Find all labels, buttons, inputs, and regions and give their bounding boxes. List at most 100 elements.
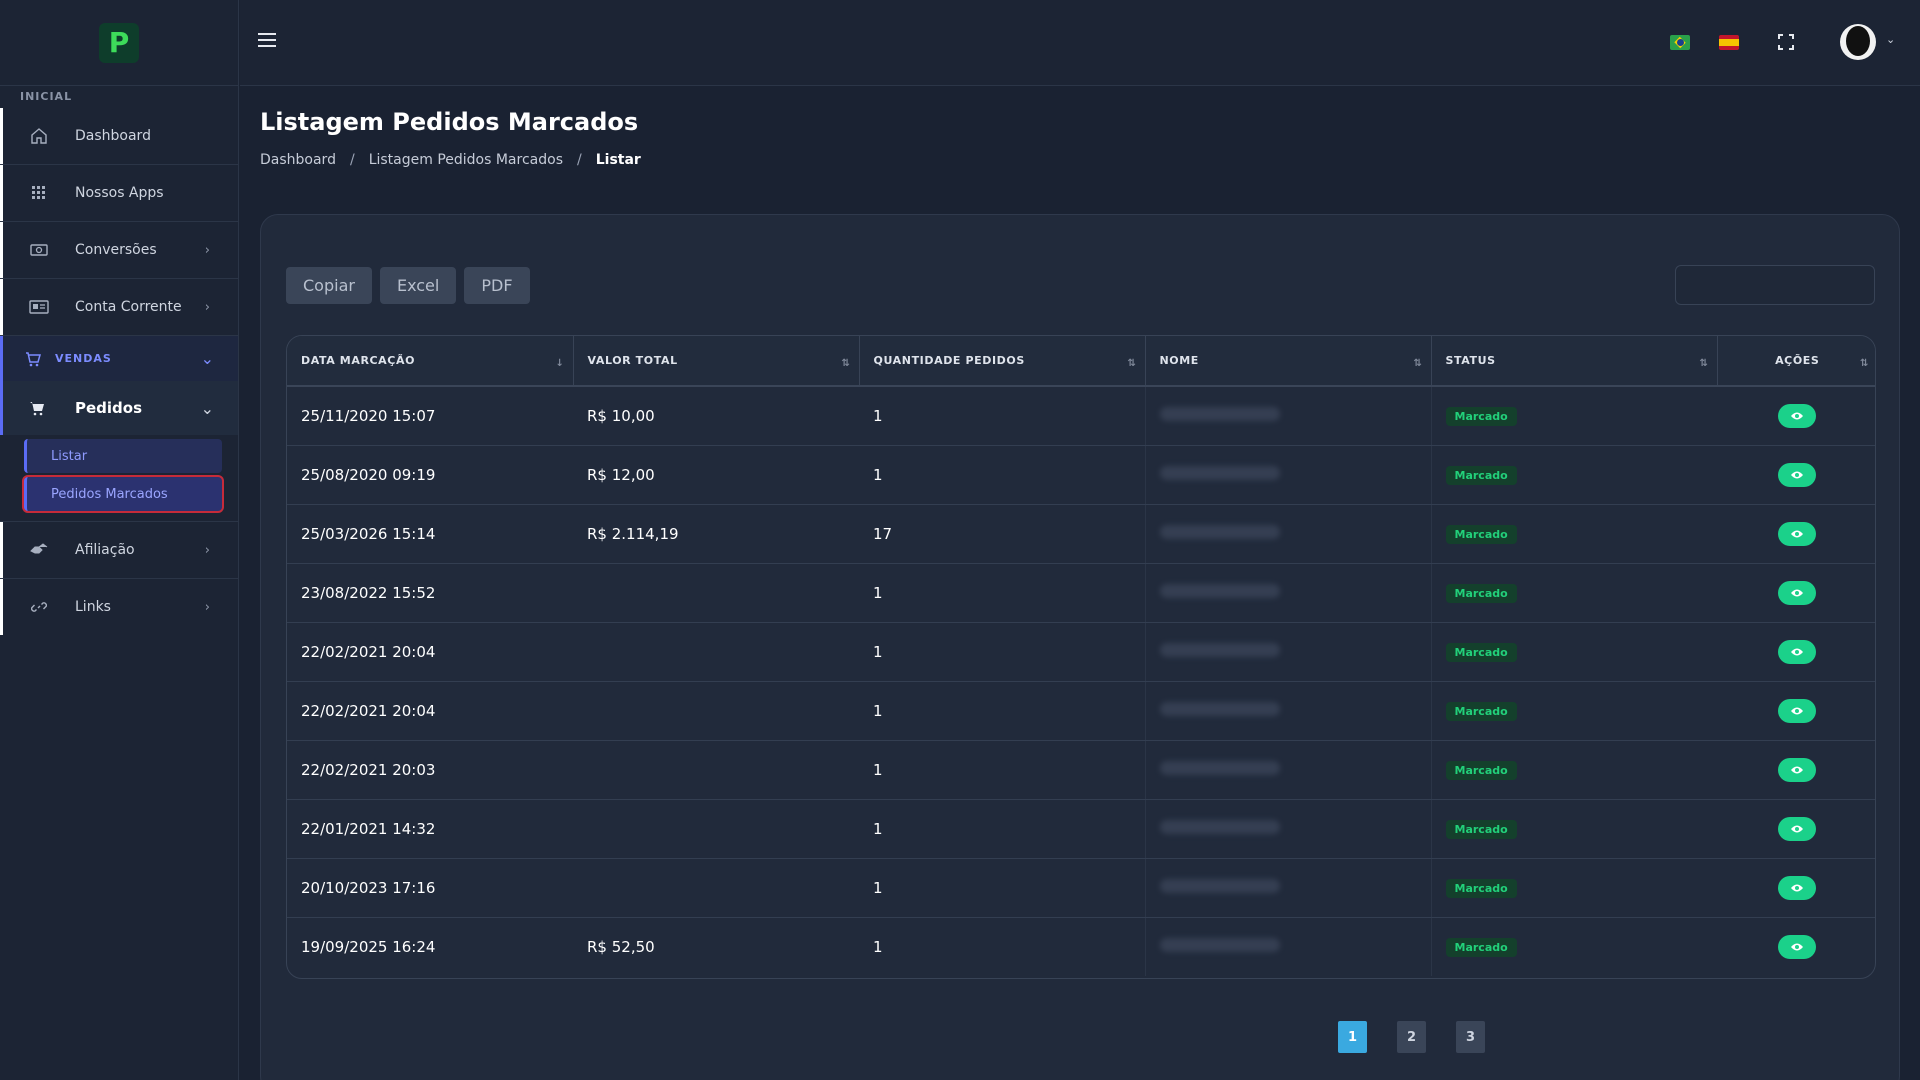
sidebar-item-label: Pedidos <box>75 399 143 417</box>
redacted-name <box>1159 406 1280 421</box>
view-button[interactable] <box>1778 698 1816 723</box>
sidebar-item-conversoes[interactable]: Conversões › <box>0 222 238 278</box>
cell-value <box>573 622 859 682</box>
cell-value: R$ 52,50 <box>587 937 655 956</box>
cell-value: R$ 10,00 <box>573 386 859 446</box>
menu-toggle-icon[interactable] <box>258 33 276 47</box>
column-header-acoes[interactable]: AÇÕES ⇅ <box>1717 336 1875 387</box>
table-header-row: DATA MARCAÇÃO ↓ VALOR TOTAL ⇅ QUANTIDADE P… <box>287 336 1875 387</box>
sidebar-item-dashboard[interactable]: Dashboard <box>0 108 238 164</box>
chevron-down-icon[interactable]: ⌄ <box>1886 33 1895 46</box>
sort-icon: ⇅ <box>1860 358 1869 369</box>
sidebar-subitem-pedidos-marcados[interactable]: Pedidos Marcados <box>24 477 222 511</box>
cell-quantity: 1 <box>859 622 1145 682</box>
id-card-icon <box>29 297 49 317</box>
cell-date: 25/08/2020 09:19 <box>287 445 573 505</box>
cell-status: Marcado <box>1431 386 1717 446</box>
column-header-data[interactable]: DATA MARCAÇÃO ↓ <box>287 336 574 387</box>
sidebar-section-vendas[interactable]: VENDAS ⌄ <box>0 336 238 381</box>
cell-date: 20/10/2023 17:16 <box>287 858 573 918</box>
view-button[interactable] <box>1778 403 1816 428</box>
cell-value: R$ 12,00 <box>573 445 859 505</box>
cell-actions <box>1717 799 1875 859</box>
breadcrumb: Dashboard / Listagem Pedidos Marcados / … <box>260 152 641 168</box>
breadcrumb-item-listagem[interactable]: Listagem Pedidos Marcados <box>369 152 563 168</box>
redacted-name <box>1159 760 1280 775</box>
cell-date: 23/08/2022 15:52 <box>287 563 573 623</box>
fullscreen-icon[interactable] <box>1778 34 1794 50</box>
status-badge: Marcado <box>1445 819 1517 839</box>
table-row: 25/11/2020 15:07 R$ 10,00 1 Marcado <box>287 386 1875 446</box>
cell-actions <box>1717 622 1875 682</box>
excel-button[interactable]: Excel <box>379 267 457 304</box>
copy-button[interactable]: Copiar <box>286 267 372 304</box>
home-icon <box>29 126 49 146</box>
view-button[interactable] <box>1778 580 1816 605</box>
logo-area: P <box>0 0 238 86</box>
redacted-name <box>1159 642 1280 657</box>
sidebar-item-label: Conta Corrente <box>75 299 182 315</box>
sidebar-item-nossos-apps[interactable]: Nossos Apps <box>0 165 238 221</box>
sidebar-item-conta-corrente[interactable]: Conta Corrente › <box>0 279 238 335</box>
cell-quantity: 1 <box>859 445 1145 505</box>
brand-logo[interactable]: P <box>99 22 139 63</box>
status-badge: Marcado <box>1445 878 1517 898</box>
status-badge: Marcado <box>1445 642 1517 662</box>
cell-actions <box>1717 681 1875 741</box>
view-button[interactable] <box>1778 757 1816 782</box>
page-button-1[interactable]: 1 <box>1338 1021 1367 1053</box>
view-button[interactable] <box>1778 875 1816 900</box>
eye-icon <box>1791 766 1803 773</box>
table-row: 20/10/2023 17:16 1 Marcado <box>287 858 1875 918</box>
cell-actions <box>1717 858 1875 918</box>
sidebar-item-label: Nossos Apps <box>75 185 164 201</box>
page-button-2[interactable]: 2 <box>1397 1021 1426 1053</box>
cell-quantity: 1 <box>859 799 1145 859</box>
sidebar-item-links[interactable]: Links › <box>0 579 238 635</box>
view-button[interactable] <box>1778 521 1816 546</box>
column-header-valor[interactable]: VALOR TOTAL ⇅ <box>573 336 860 387</box>
topbar: ⌄ <box>240 0 1920 86</box>
sidebar-item-afiliacao[interactable]: Afiliação › <box>0 522 238 578</box>
column-header-nome[interactable]: NOME ⇅ <box>1145 336 1432 387</box>
link-icon <box>29 597 49 617</box>
column-header-quantidade[interactable]: QUANTIDADE PEDIDOS ⇅ <box>859 336 1146 387</box>
cell-quantity: 1 <box>859 563 1145 623</box>
redacted-name <box>1159 819 1280 834</box>
sidebar-subitem-listar[interactable]: Listar <box>24 439 222 473</box>
cell-actions <box>1717 740 1875 800</box>
search-input[interactable] <box>1675 265 1875 305</box>
section-label-inicial: INICIAL <box>20 90 73 103</box>
eye-icon <box>1791 530 1803 537</box>
view-button[interactable] <box>1778 639 1816 664</box>
eye-icon <box>1791 589 1803 596</box>
cell-name-redacted <box>1144 445 1432 505</box>
status-badge: Marcado <box>1445 406 1517 426</box>
grid-icon <box>29 183 49 203</box>
view-button[interactable] <box>1778 816 1816 841</box>
view-button[interactable] <box>1778 462 1816 487</box>
chevron-right-icon: › <box>204 242 210 258</box>
page-button-3[interactable]: 3 <box>1456 1021 1485 1053</box>
cell-value: R$ 2.114,19 <box>573 504 859 564</box>
sidebar-item-pedidos[interactable]: Pedidos ⌄ <box>0 381 238 435</box>
chevron-down-icon: ⌄ <box>200 349 214 368</box>
avatar[interactable] <box>1840 24 1876 60</box>
status-badge: Marcado <box>1445 465 1517 485</box>
cell-status: Marcado <box>1431 622 1717 682</box>
table-row: 22/01/2021 14:32 1 Marcado <box>287 799 1875 859</box>
breadcrumb-item-dashboard[interactable]: Dashboard <box>260 152 336 168</box>
cell-name-redacted <box>1144 858 1432 918</box>
redacted-name <box>1159 878 1280 893</box>
cell-quantity: 1 <box>859 681 1145 741</box>
brazil-flag-icon[interactable] <box>1670 35 1690 50</box>
status-badge: Marcado <box>1445 760 1517 780</box>
cell-status: Marcado <box>1431 681 1717 741</box>
cell-quantity: 1 <box>859 858 1145 918</box>
eye-icon <box>1791 884 1803 891</box>
spain-flag-icon[interactable] <box>1719 35 1739 50</box>
cell-value <box>573 799 859 859</box>
column-header-status[interactable]: STATUS ⇅ <box>1431 336 1718 387</box>
pdf-button[interactable]: PDF <box>464 267 530 304</box>
view-button[interactable] <box>1778 934 1816 959</box>
